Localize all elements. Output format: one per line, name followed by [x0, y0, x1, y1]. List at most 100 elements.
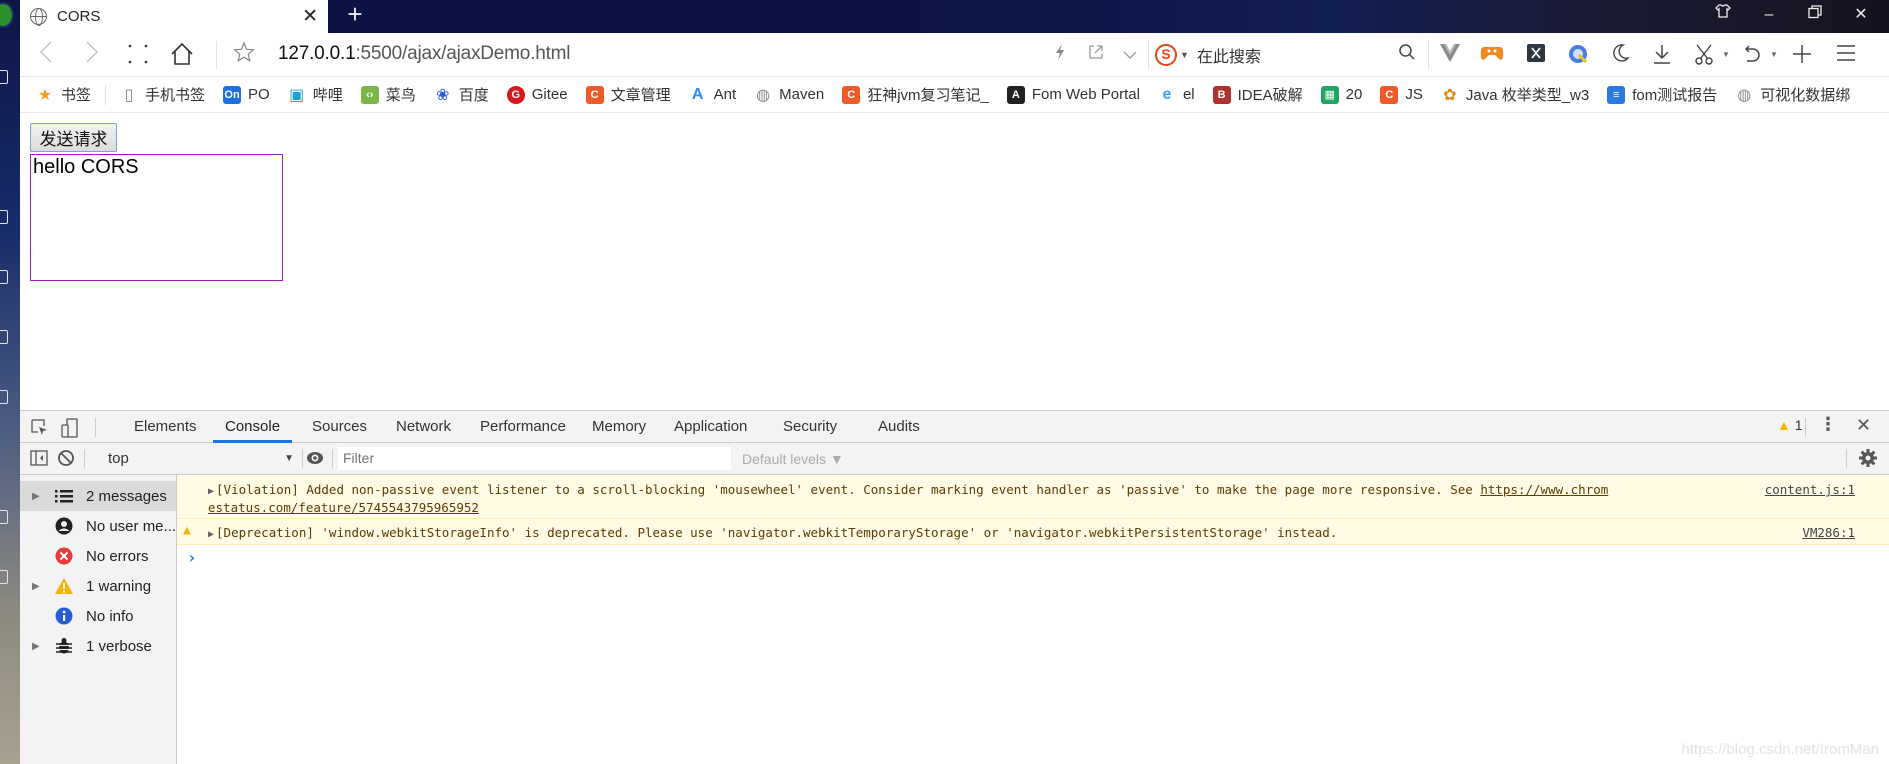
forward-button[interactable] — [78, 41, 106, 69]
chevron-down-icon[interactable] — [1118, 43, 1142, 67]
bookmark-item[interactable]: ‹› 菜鸟 — [360, 84, 416, 105]
bookmark-item[interactable]: On PO — [223, 85, 270, 104]
back-button[interactable] — [32, 41, 60, 69]
sidebar-item-error[interactable]: No errors — [20, 541, 176, 571]
caret-down-icon[interactable]: ▼ — [1762, 43, 1786, 67]
night-mode-icon[interactable] — [1608, 43, 1632, 67]
menu-icon[interactable] — [1834, 43, 1858, 67]
tab-elements[interactable]: Elements — [122, 411, 209, 443]
sogou-icon[interactable]: S — [1155, 44, 1177, 66]
bookmark-item[interactable]: ◍ 可视化数据绑 — [1735, 84, 1850, 105]
bookmark-item[interactable]: ▣ 哔哩 — [288, 84, 343, 105]
live-expression-eye-icon[interactable] — [305, 448, 325, 468]
bookmarks-bar: ★ 书签 ▯ 手机书签 On PO ▣ 哔哩 ‹› 菜鸟 ❀ 百度 G Gitee C 文章管理 A Ant ◍ Ma… — [20, 77, 1889, 113]
tab-audits[interactable]: Audits — [866, 411, 932, 443]
desktop-app-icon[interactable] — [0, 330, 8, 344]
desktop-app-icon[interactable] — [0, 390, 8, 404]
game-icon[interactable] — [1480, 43, 1504, 67]
caret-down-icon[interactable]: ▼ — [1180, 50, 1189, 60]
send-request-button[interactable]: 发送请求 — [30, 123, 117, 152]
tab-sources[interactable]: Sources — [300, 411, 379, 443]
expand-triangle-icon[interactable]: ▶ — [208, 529, 214, 540]
screenshot-icon[interactable] — [1692, 43, 1716, 67]
tab-console[interactable]: Console — [213, 411, 293, 443]
reload-loading-icon[interactable] — [124, 41, 152, 69]
vue-devtools-icon[interactable] — [1438, 43, 1462, 67]
bookmark-item[interactable]: ▯ 手机书签 — [120, 84, 205, 105]
bookmark-star-icon[interactable] — [230, 41, 258, 69]
translate-icon[interactable] — [1566, 43, 1590, 67]
tab-close-icon[interactable]: ✕ — [302, 5, 318, 28]
bookmark-item[interactable]: ≡ fom测试报告 — [1607, 84, 1717, 105]
expand-triangle-icon[interactable]: ▶ — [208, 486, 214, 497]
window-close-icon[interactable]: ✕ — [1838, 0, 1884, 30]
new-icon[interactable] — [1790, 43, 1814, 67]
tab-security[interactable]: Security — [771, 411, 849, 443]
bookmark-item[interactable]: A Fom Web Portal — [1006, 85, 1140, 104]
filter-input[interactable] — [338, 447, 731, 470]
home-button[interactable] — [168, 41, 196, 69]
expand-triangle-icon[interactable]: ▶ — [32, 491, 46, 502]
message-link-continued[interactable]: estatus.com/feature/5745543795965952 — [208, 500, 479, 515]
skin-icon[interactable] — [1700, 0, 1746, 30]
bookmark-item[interactable]: ★ 书签 — [36, 84, 91, 105]
tab-application[interactable]: Application — [662, 411, 759, 443]
message-source-link[interactable]: VM286:1 — [1802, 525, 1855, 540]
tab-memory[interactable]: Memory — [580, 411, 658, 443]
bookmark-item[interactable]: ◍ Maven — [754, 86, 824, 104]
bookmark-item[interactable]: e el — [1158, 86, 1195, 104]
download-icon[interactable] — [1650, 43, 1674, 67]
devtools-close-icon[interactable]: ✕ — [1856, 415, 1871, 436]
url-field[interactable]: 127.0.0.1:5500/ajax/ajaxDemo.html — [278, 43, 571, 65]
clear-console-icon[interactable] — [57, 449, 77, 469]
x-extension-icon[interactable] — [1524, 43, 1548, 67]
bookmark-item[interactable]: A Ant — [689, 86, 736, 104]
sidebar-item-list[interactable]: ▶ 2 messages — [20, 481, 176, 511]
search-icon[interactable] — [1395, 43, 1419, 67]
tab-performance[interactable]: Performance — [468, 411, 578, 443]
new-tab-button[interactable]: + — [340, 0, 370, 30]
bookmark-item[interactable]: ✿ Java 枚举类型_w3 — [1441, 84, 1589, 105]
console-prompt-icon[interactable]: › — [187, 548, 197, 567]
browser-tab[interactable]: CORS ✕ — [20, 0, 328, 33]
sidebar-item-warning[interactable]: ▶ 1 warning — [20, 571, 176, 601]
speed-mode-icon[interactable] — [1048, 43, 1072, 67]
sidebar-toggle-icon[interactable] — [30, 449, 50, 469]
more-options-icon[interactable]: ⋮ — [1819, 414, 1837, 435]
settings-gear-icon[interactable] — [1858, 448, 1878, 468]
console-message-violation[interactable]: ▶ [Violation] Added non-passive event lis… — [177, 475, 1889, 519]
bookmark-item[interactable]: C 文章管理 — [585, 84, 671, 105]
share-icon[interactable] — [1084, 43, 1108, 67]
bookmark-item[interactable]: G Gitee — [506, 85, 568, 104]
expand-triangle-icon[interactable]: ▶ — [32, 581, 46, 592]
sidebar-item-bug[interactable]: ▶ 1 verbose — [20, 631, 176, 661]
bookmark-item[interactable]: B IDEA破解 — [1212, 84, 1303, 105]
expand-triangle-icon[interactable]: ▶ — [32, 641, 46, 652]
watermark: https://blog.csdn.net/IromMan — [1681, 741, 1879, 758]
bookmark-item[interactable]: ❀ 百度 — [434, 84, 489, 105]
message-source-link[interactable]: content.js:1 — [1765, 482, 1855, 497]
desktop-app-icon[interactable] — [0, 210, 8, 224]
inspect-element-icon[interactable] — [30, 418, 50, 438]
dropdown-arrow-icon: ▼ — [284, 453, 294, 464]
tab-network[interactable]: Network — [384, 411, 463, 443]
message-link[interactable]: https://www.chrom — [1480, 482, 1608, 497]
desktop-app-icon[interactable] — [0, 570, 8, 584]
bookmark-item[interactable]: ▦ 20 — [1320, 85, 1362, 104]
restore-icon[interactable] — [1792, 0, 1838, 30]
desktop-app-icon[interactable] — [0, 70, 8, 84]
minimize-icon[interactable]: – — [1746, 0, 1792, 30]
log-levels-dropdown[interactable]: Default levels ▼ — [742, 448, 844, 470]
sidebar-item-info[interactable]: No info — [20, 601, 176, 631]
desktop-app-icon[interactable] — [0, 510, 8, 524]
warning-counter[interactable]: ▲ 1 — [1777, 417, 1803, 433]
desktop-app-icon[interactable] — [0, 270, 8, 284]
undo-icon[interactable] — [1740, 43, 1764, 67]
caret-down-icon[interactable]: ▼ — [1714, 43, 1738, 67]
bookmark-item[interactable]: C 狂神jvm复习笔记_ — [842, 84, 989, 105]
console-message-warning[interactable]: ▲ ▶ [Deprecation] 'window.webkitStorageIn… — [177, 519, 1889, 545]
context-select[interactable]: top ▼ — [108, 448, 298, 470]
sidebar-item-user[interactable]: No user me... — [20, 511, 176, 541]
bookmark-item[interactable]: C JS — [1380, 85, 1423, 104]
device-toolbar-icon[interactable] — [60, 418, 80, 438]
